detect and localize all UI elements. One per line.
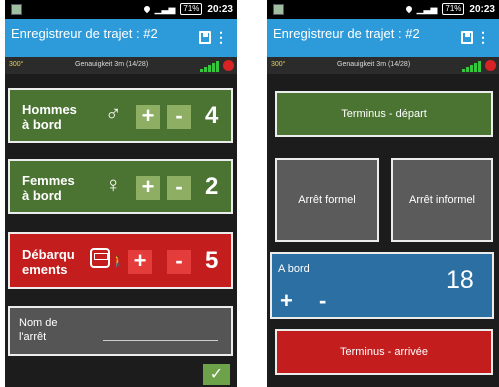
stop-name-input[interactable] (103, 340, 218, 341)
location-icon (142, 4, 151, 14)
terminus-depart-button[interactable]: Terminus - départ (275, 91, 493, 137)
phone-screen-right: ▁▃▅ 71% 20:23 Enregistreur de trajet : #… (267, 0, 499, 387)
women-minus-button[interactable]: - (167, 176, 191, 200)
record-icon[interactable] (485, 60, 496, 71)
onboard-plus-button[interactable]: + (280, 288, 293, 314)
onboard-count: 18 (446, 266, 474, 294)
gps-heading: 300° (9, 61, 24, 68)
men-plus-button[interactable]: + (136, 105, 160, 129)
man-icon: ♂ (105, 101, 122, 126)
arret-formel-button[interactable]: Arrêt formel (275, 158, 379, 242)
status-bar: ▁▃▅ 71% 20:23 (267, 0, 499, 19)
signal-icon: ▁▃▅ (416, 3, 438, 14)
app-title: Enregistreur de trajet : #2 (11, 26, 158, 41)
gps-accuracy: Genauigkeit 3m (14/28) (75, 61, 149, 68)
onboard-minus-button[interactable]: - (319, 288, 326, 314)
woman-icon: ♀ (105, 172, 122, 197)
gps-signal-icon (462, 60, 481, 72)
men-minus-button[interactable]: - (167, 105, 191, 129)
alighting-count: 5 (205, 247, 219, 274)
gps-heading: 300° (271, 61, 286, 68)
men-count: 4 (205, 102, 219, 129)
main-content: Terminus - départ Arrêt formel Arrêt inf… (267, 74, 499, 387)
app-title: Enregistreur de trajet : #2 (273, 26, 420, 41)
gps-status-bar: 300° Genauigkeit 3m (14/28) (267, 57, 499, 74)
main-content: Hommes à bord ♂ + - 4 Femmes à bord ♀ + - … (5, 74, 237, 387)
walking-person-icon: 🚶 (111, 256, 125, 268)
men-onboard-label: Hommes à bord (22, 102, 77, 132)
alighting-card: Débarqu ements 🚶 + - 5 (8, 232, 233, 289)
overflow-menu-icon[interactable]: ⋮ (476, 29, 490, 46)
record-icon[interactable] (223, 60, 234, 71)
women-onboard-label: Femmes à bord (22, 173, 75, 203)
gps-status-bar: 300° Genauigkeit 3m (14/28) (5, 57, 237, 74)
overflow-menu-icon[interactable]: ⋮ (214, 29, 228, 46)
gps-signal-icon (200, 60, 219, 72)
save-icon[interactable] (199, 31, 211, 44)
battery-indicator: 71% (180, 3, 203, 15)
stop-name-card: Nom de l'arrêt (8, 306, 233, 356)
onboard-card: A bord 18 + - (270, 252, 494, 319)
save-icon[interactable] (461, 31, 473, 44)
alighting-minus-button[interactable]: - (167, 250, 191, 274)
clock: 20:23 (469, 3, 495, 15)
signal-icon: ▁▃▅ (154, 3, 176, 14)
app-notification-icon (273, 4, 284, 15)
onboard-label: A bord (278, 263, 310, 275)
app-notification-icon (11, 4, 22, 15)
arret-informel-button[interactable]: Arrêt informel (391, 158, 493, 242)
terminus-arrivee-button[interactable]: Terminus - arrivée (275, 329, 493, 375)
phone-screen-left: ▁▃▅ 71% 20:23 Enregistreur de trajet : #… (5, 0, 237, 387)
women-plus-button[interactable]: + (136, 176, 160, 200)
women-count: 2 (205, 173, 219, 200)
men-onboard-card: Hommes à bord ♂ + - 4 (8, 88, 233, 143)
gps-accuracy: Genauigkeit 3m (14/28) (337, 61, 411, 68)
bus-icon (90, 248, 110, 268)
status-bar: ▁▃▅ 71% 20:23 (5, 0, 237, 19)
alighting-label: Débarqu ements (22, 247, 75, 277)
stop-name-label: Nom de l'arrêt (19, 317, 58, 343)
battery-indicator: 71% (442, 3, 465, 15)
location-icon (404, 4, 413, 14)
alighting-plus-button[interactable]: + (128, 250, 152, 274)
confirm-checkmark-icon[interactable]: ✓ (203, 364, 230, 385)
women-onboard-card: Femmes à bord ♀ + - 2 (8, 159, 233, 214)
clock: 20:23 (207, 3, 233, 15)
